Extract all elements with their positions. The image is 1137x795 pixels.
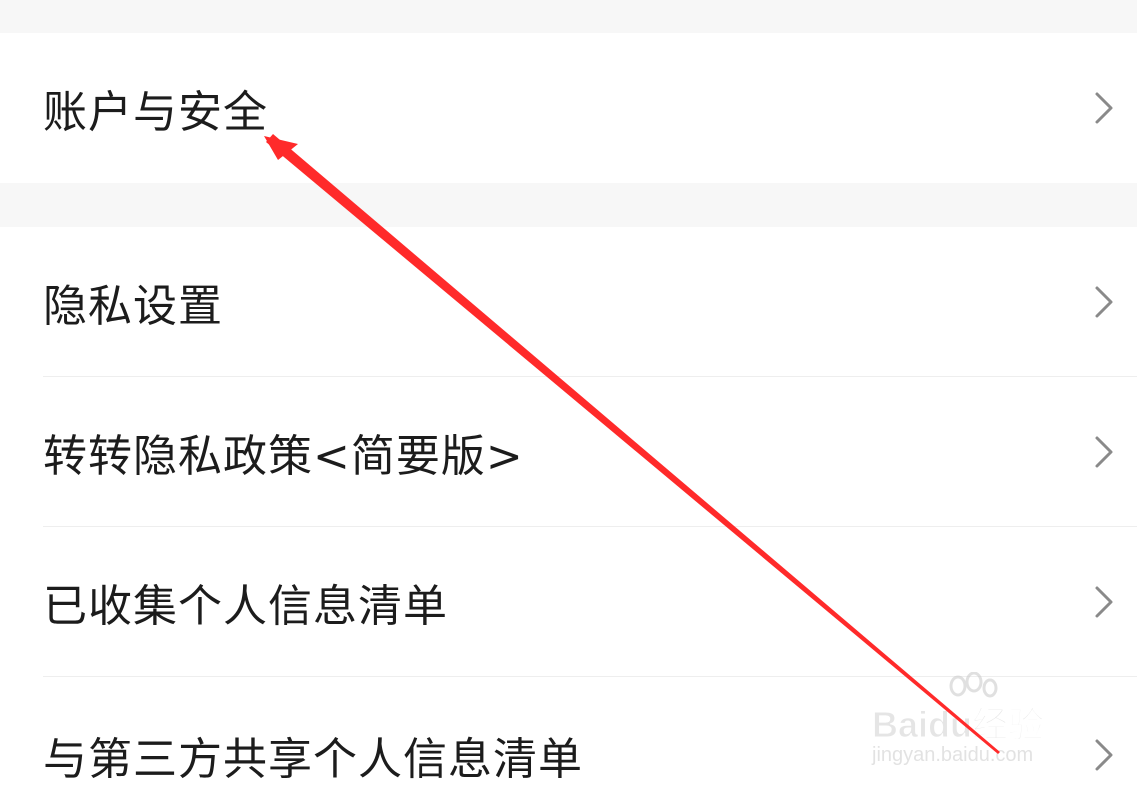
account-group: 账户与安全: [0, 33, 1137, 183]
third-party-sharing-list-row[interactable]: 与第三方共享个人信息清单: [0, 677, 1137, 795]
chevron-right-icon: [1095, 92, 1113, 124]
section-spacer: [0, 183, 1137, 227]
privacy-settings-row[interactable]: 隐私设置: [0, 227, 1137, 377]
account-security-row[interactable]: 账户与安全: [0, 33, 1137, 183]
collected-info-list-row[interactable]: 已收集个人信息清单: [0, 527, 1137, 677]
privacy-group: 隐私设置 转转隐私政策<简要版> 已收集个人信息清单 与第三方共享个人信息清单: [0, 227, 1137, 795]
chevron-right-icon: [1095, 436, 1113, 468]
privacy-policy-summary-label: 转转隐私政策<简要版>: [43, 431, 524, 482]
account-security-label: 账户与安全: [43, 87, 268, 138]
chevron-right-icon: [1095, 586, 1113, 618]
settings-page: 账户与安全 隐私设置 转转隐私政策<简要版> 已收集个人信息清单 与第三方共享个…: [0, 0, 1137, 795]
chevron-right-icon: [1095, 739, 1113, 771]
chevron-right-icon: [1095, 286, 1113, 318]
privacy-settings-label: 隐私设置: [43, 281, 223, 332]
collected-info-list-label: 已收集个人信息清单: [43, 581, 448, 632]
top-spacer: [0, 0, 1137, 33]
third-party-sharing-list-label: 与第三方共享个人信息清单: [43, 734, 583, 785]
privacy-policy-summary-row[interactable]: 转转隐私政策<简要版>: [0, 377, 1137, 527]
